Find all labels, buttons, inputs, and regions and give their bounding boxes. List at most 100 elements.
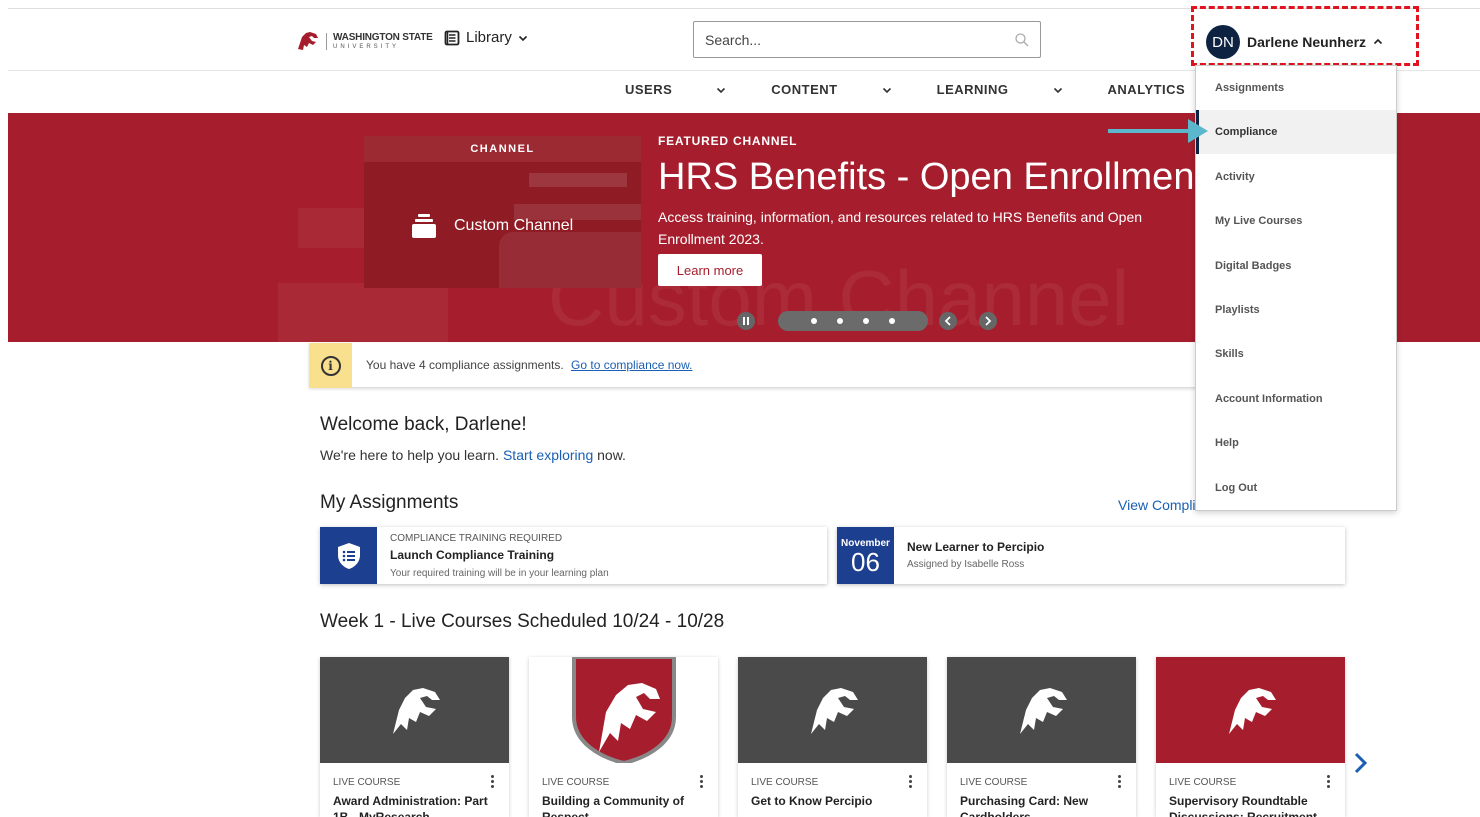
course-title: Purchasing Card: New Cardholders bbox=[960, 794, 1089, 817]
menu-item-digital-badges[interactable]: Digital Badges bbox=[1196, 244, 1396, 288]
course-thumbnail bbox=[947, 657, 1136, 763]
more-options-icon[interactable] bbox=[908, 775, 912, 788]
main-nav: USERS CONTENT LEARNING ANALYTICS bbox=[625, 82, 1239, 97]
cougar-logo-icon bbox=[392, 688, 440, 734]
search-box bbox=[693, 21, 1041, 58]
menu-item-log-out[interactable]: Log Out bbox=[1196, 466, 1396, 510]
course-type: LIVE COURSE bbox=[333, 777, 401, 788]
course-type: LIVE COURSE bbox=[751, 777, 819, 788]
menu-item-label: Account Information bbox=[1215, 392, 1323, 405]
wsu-logo[interactable]: WASHINGTON STATE UNIVERSITY bbox=[296, 29, 433, 53]
pause-icon bbox=[743, 317, 745, 325]
view-compliance-link[interactable]: View Compliance Assignments bbox=[1118, 497, 1196, 513]
chevron-down-icon bbox=[717, 87, 726, 93]
library-label: Library bbox=[466, 29, 512, 46]
assignment-category: COMPLIANCE TRAINING REQUIRED bbox=[390, 533, 563, 544]
carousel-dot[interactable] bbox=[837, 318, 843, 324]
channel-stack-icon bbox=[412, 214, 436, 238]
carousel-dot[interactable] bbox=[811, 318, 817, 324]
logo-line1: WASHINGTON STATE bbox=[333, 31, 433, 43]
menu-item-activity[interactable]: Activity bbox=[1196, 155, 1396, 199]
menu-item-compliance[interactable]: Compliance bbox=[1196, 110, 1396, 155]
learn-more-button[interactable]: Learn more bbox=[658, 254, 762, 286]
course-thumbnail bbox=[738, 657, 927, 763]
course-title: Get to Know Percipio bbox=[751, 794, 873, 808]
more-options-icon[interactable] bbox=[490, 775, 494, 788]
course-card[interactable]: LIVE COURSE Get to Know Percipio bbox=[738, 657, 927, 817]
cougar-logo-icon bbox=[810, 688, 858, 734]
menu-item-label: Activity bbox=[1215, 170, 1255, 183]
nav-users[interactable]: USERS bbox=[625, 82, 726, 97]
search-icon[interactable] bbox=[1014, 32, 1030, 48]
menu-item-playlists[interactable]: Playlists bbox=[1196, 288, 1396, 332]
user-menu-highlight bbox=[1191, 6, 1419, 66]
course-thumbnail bbox=[1156, 657, 1345, 763]
user-dropdown-menu: Assignments Compliance Activity My Live Cou… bbox=[1195, 65, 1397, 511]
carousel-dot[interactable] bbox=[889, 318, 895, 324]
wsu-shield-logo-icon bbox=[571, 657, 676, 763]
menu-item-skills[interactable]: Skills bbox=[1196, 332, 1396, 376]
assignment-card-new-learner[interactable]: November 06 New Learner to Percipio Assi… bbox=[837, 527, 1345, 584]
library-book-icon bbox=[444, 30, 460, 45]
go-to-compliance-link[interactable]: Go to compliance now. bbox=[571, 358, 692, 372]
assignment-name: Launch Compliance Training bbox=[390, 548, 555, 562]
course-card[interactable]: LIVE COURSE Building a Community of Respe… bbox=[529, 657, 718, 817]
carousel-next-button[interactable] bbox=[979, 312, 997, 330]
compliance-banner: i You have 4 compliance assignments. Go … bbox=[309, 343, 1199, 388]
library-menu[interactable]: Library bbox=[444, 29, 528, 46]
chevron-left-icon bbox=[944, 316, 951, 326]
more-options-icon[interactable] bbox=[1117, 775, 1121, 788]
hero-title: HRS Benefits - Open Enrollment bbox=[658, 156, 1206, 198]
start-exploring-link[interactable]: Start exploring bbox=[503, 447, 593, 463]
course-card[interactable]: LIVE COURSE Purchasing Card: New Cardhold… bbox=[947, 657, 1136, 817]
hero-description: Access training, information, and resour… bbox=[658, 209, 1143, 247]
course-type: LIVE COURSE bbox=[542, 777, 610, 788]
nav-learning[interactable]: LEARNING bbox=[937, 82, 1063, 97]
menu-item-label: My Live Courses bbox=[1215, 215, 1303, 228]
cougar-logo-icon bbox=[1019, 688, 1067, 734]
carousel-dot[interactable] bbox=[863, 318, 869, 324]
course-type: LIVE COURSE bbox=[1169, 777, 1237, 788]
date-badge: November 06 bbox=[837, 527, 894, 584]
channel-card[interactable]: CHANNEL Custom Channel bbox=[364, 136, 641, 288]
channel-name: Custom Channel bbox=[454, 217, 574, 234]
course-carousel-next-icon[interactable] bbox=[1352, 750, 1370, 776]
menu-item-help[interactable]: Help bbox=[1196, 421, 1396, 465]
welcome-title: Welcome back, Darlene! bbox=[320, 414, 527, 435]
search-input[interactable] bbox=[694, 22, 994, 57]
week-courses-title: Week 1 - Live Courses Scheduled 10/24 - … bbox=[320, 611, 725, 632]
assignment-card-compliance[interactable]: COMPLIANCE TRAINING REQUIRED Launch Comp… bbox=[320, 527, 827, 584]
course-card[interactable]: LIVE COURSE Award Administration: Part 1B… bbox=[320, 657, 509, 817]
course-title: Building a Community of Respect bbox=[542, 794, 684, 817]
carousel-pause-button[interactable] bbox=[737, 312, 755, 330]
carousel-prev-button[interactable] bbox=[939, 312, 957, 330]
more-options-icon[interactable] bbox=[699, 775, 703, 788]
menu-item-label: Log Out bbox=[1215, 481, 1258, 494]
course-card[interactable]: LIVE COURSE Supervisory Roundtable Discus… bbox=[1156, 657, 1345, 817]
cougar-head-icon bbox=[298, 32, 318, 50]
chevron-right-icon bbox=[985, 316, 992, 326]
menu-item-account-information[interactable]: Account Information bbox=[1196, 377, 1396, 421]
shield-list-icon bbox=[337, 542, 360, 569]
menu-item-my-live-courses[interactable]: My Live Courses bbox=[1196, 199, 1396, 243]
menu-item-label: Compliance bbox=[1215, 126, 1278, 139]
menu-item-assignments[interactable]: Assignments bbox=[1196, 66, 1396, 110]
course-thumbnail bbox=[320, 657, 509, 763]
channel-card-header: CHANNEL bbox=[364, 136, 641, 162]
more-options-icon[interactable] bbox=[1326, 775, 1330, 788]
nav-content[interactable]: CONTENT bbox=[771, 82, 891, 97]
menu-item-label: Playlists bbox=[1215, 304, 1260, 316]
assignment-subtitle: Your required training will be in your l… bbox=[390, 568, 609, 579]
chevron-down-icon bbox=[882, 87, 891, 93]
menu-item-label: Help bbox=[1215, 437, 1239, 450]
logo-line2: UNIVERSITY bbox=[333, 43, 400, 50]
banner-message: You have 4 compliance assignments. bbox=[366, 358, 564, 372]
info-icon: i bbox=[320, 355, 341, 376]
chevron-down-icon bbox=[1053, 87, 1062, 93]
callout-arrow-icon bbox=[1108, 119, 1208, 143]
menu-item-label: Digital Badges bbox=[1215, 259, 1292, 272]
assignment-subtitle: Assigned by Isabelle Ross bbox=[907, 559, 1025, 570]
course-title: Supervisory Roundtable Discussions: Recr… bbox=[1169, 794, 1318, 817]
course-thumbnail bbox=[529, 657, 718, 763]
welcome-subtitle: We're here to help you learn. Start expl… bbox=[320, 447, 626, 463]
